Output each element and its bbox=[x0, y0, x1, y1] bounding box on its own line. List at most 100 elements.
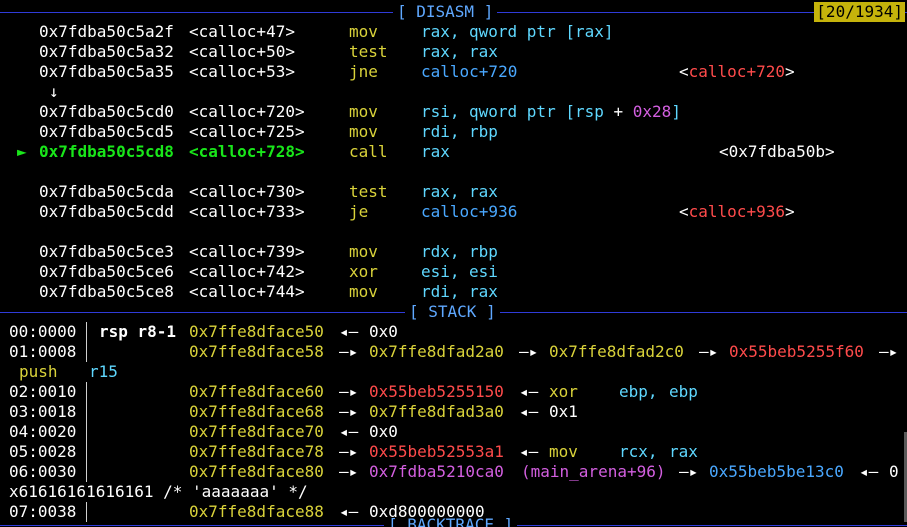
instr-symbol: <calloc+720> bbox=[189, 102, 305, 121]
instr-operand: rsi, bbox=[421, 102, 460, 121]
stack-pointer[interactable]: 0x7ffe8dfad2c0 bbox=[549, 342, 684, 362]
stack-address[interactable]: 0x7ffe8dface78 bbox=[189, 442, 324, 462]
instr-mnemonic: xor bbox=[349, 262, 378, 281]
disasm-row: 0x7fdba50c5a32 <calloc+50> test rax, rax bbox=[0, 42, 907, 62]
instr-symbol: <calloc+733> bbox=[189, 202, 305, 221]
stack-divider bbox=[86, 462, 87, 482]
backtrace-section: [ BACKTRACE ] bbox=[0, 517, 907, 527]
arrow-right-icon: —▸ bbox=[339, 402, 359, 421]
arrow-left-icon: ◂— bbox=[859, 462, 879, 481]
disasm-counter: [20/1934] bbox=[814, 2, 905, 22]
instr-address: 0x7fdba50c5ce8 bbox=[39, 282, 174, 301]
stack-instr-mnemonic: xor bbox=[549, 382, 578, 401]
arrow-left-icon: ◂— bbox=[519, 382, 539, 401]
stack-row: 01:0008 0x7ffe8dface58 —▸ 0x7ffe8dfad2a0 —▸ 0… bbox=[0, 342, 907, 362]
instr-address: 0x7fdba50c5ce3 bbox=[39, 242, 174, 261]
stack-pointer[interactable]: 0x55beb5be13c0 bbox=[709, 462, 844, 482]
arrow-right-icon: —▸ bbox=[519, 342, 539, 361]
instr-symbol: <calloc+47> bbox=[189, 22, 295, 41]
stack-instr-operand: ebp, bbox=[619, 382, 658, 401]
instr-operand: rdx, bbox=[421, 242, 460, 261]
instr-mnemonic: je bbox=[349, 202, 369, 221]
instr-address: 0x7fdba50c5cd0 bbox=[39, 102, 174, 121]
instr-operand: rax, bbox=[421, 42, 460, 61]
stack-pointer[interactable]: 0x55beb52553a1 bbox=[369, 442, 504, 462]
instr-mnemonic: call bbox=[349, 142, 388, 161]
instr-mnemonic: jne bbox=[349, 62, 378, 81]
stack-value: x61616161616161 /* 'aaaaaaa' */ bbox=[9, 482, 308, 501]
instr-symbol: <calloc+742> bbox=[189, 262, 305, 281]
jump-annotation: <calloc+720> bbox=[679, 62, 795, 81]
instr-operand: rax, bbox=[421, 22, 460, 41]
disasm-row: 0x7fdba50c5ce6 <calloc+742> xor esi, esi bbox=[0, 262, 907, 282]
instr-address: 0x7fdba50c5a35 bbox=[39, 62, 174, 81]
instr-mnemonic: mov bbox=[349, 122, 378, 141]
instr-operand: rax bbox=[469, 282, 498, 301]
instr-mnemonic: test bbox=[349, 42, 388, 61]
arrow-right-icon: —▸ bbox=[679, 462, 699, 481]
stack-pointer[interactable]: 0x7ffe8dfad2a0 bbox=[369, 342, 504, 362]
stack-divider bbox=[86, 422, 87, 442]
instr-address: 0x7fdba50c5cd8 bbox=[39, 142, 174, 161]
arrow-right-icon: —▸ bbox=[699, 342, 719, 361]
stack-row: 03:0018 0x7ffe8dface68 —▸ 0x7ffe8dfad3a0 ◂— 0… bbox=[0, 402, 907, 422]
stack-offset: 06:0030 bbox=[9, 462, 77, 481]
call-annotation: <0x7fdba50b> bbox=[719, 142, 835, 161]
jump-arrow-icon: ↓ bbox=[49, 82, 59, 101]
stack-offset: 03:0018 bbox=[9, 402, 77, 421]
disasm-row: 0x7fdba50c5cd0 <calloc+720> mov rsi, qword p… bbox=[0, 102, 907, 122]
jump-arrow-row: ↓ bbox=[0, 82, 907, 102]
arrow-right-icon: —▸ bbox=[879, 342, 899, 361]
disasm-row: 0x7fdba50c5a2f <calloc+47> mov rax, qword pt… bbox=[0, 22, 907, 42]
stack-value: 0x0 bbox=[369, 422, 398, 441]
instr-address: 0x7fdba50c5cd5 bbox=[39, 122, 174, 141]
stack-row: 06:0030 0x7ffe8dface80 —▸ 0x7fdba5210ca0 (ma… bbox=[0, 462, 907, 482]
stack-offset: 05:0028 bbox=[9, 442, 77, 461]
stack-address[interactable]: 0x7ffe8dface50 bbox=[189, 322, 324, 342]
stack-offset: 04:0020 bbox=[9, 422, 77, 441]
instr-operand: rbp bbox=[469, 242, 498, 261]
disasm-row-current: ► 0x7fdba50c5cd8 <calloc+728> call rax <0x7fd… bbox=[0, 142, 907, 162]
jump-target[interactable]: calloc+936 bbox=[421, 202, 517, 222]
stack-row: 00:0000 rsp r8-1 0x7ffe8dface50 ◂— 0x0 bbox=[0, 322, 907, 342]
stack-symbol: (main_arena+96) bbox=[521, 462, 666, 481]
current-instruction-marker-icon: ► bbox=[17, 142, 27, 161]
instr-operand: rdi, bbox=[421, 122, 460, 141]
stack-instr-operand: rcx, bbox=[619, 442, 658, 461]
stack-pointer[interactable]: 0x55beb5255150 bbox=[369, 382, 504, 402]
stack-divider bbox=[86, 342, 87, 362]
stack-address[interactable]: 0x7ffe8dface58 bbox=[189, 342, 324, 362]
instr-operand: qword ptr [rsp + 0x28] bbox=[469, 102, 681, 121]
arrow-left-icon: ◂— bbox=[519, 402, 539, 421]
instr-symbol: <calloc+730> bbox=[189, 182, 305, 201]
stack-row-wrap: x61616161616161 /* 'aaaaaaa' */ bbox=[0, 482, 907, 502]
stack-divider bbox=[86, 442, 87, 462]
stack-value: 0x1 bbox=[549, 402, 578, 421]
disasm-row: 0x7fdba50c5cdd <calloc+733> je calloc+936 <c… bbox=[0, 202, 907, 222]
stack-address[interactable]: 0x7ffe8dface70 bbox=[189, 422, 324, 442]
stack-row-wrap: push r15 bbox=[0, 362, 907, 382]
stack-address[interactable]: 0x7ffe8dface80 bbox=[189, 462, 324, 482]
stack-pointer[interactable]: 0x55beb5255f60 bbox=[729, 342, 864, 362]
stack-instr-operand: r15 bbox=[89, 362, 118, 381]
stack-address[interactable]: 0x7ffe8dface60 bbox=[189, 382, 324, 402]
stack-instr-mnemonic: push bbox=[19, 362, 58, 381]
disasm-row: 0x7fdba50c5ce3 <calloc+739> mov rdx, rbp bbox=[0, 242, 907, 262]
instr-operand: rbp bbox=[469, 122, 498, 141]
stack-pointer[interactable]: 0x7ffe8dfad3a0 bbox=[369, 402, 504, 422]
stack-divider bbox=[86, 322, 87, 342]
disasm-row: 0x7fdba50c5ce8 <calloc+744> mov rdi, rax bbox=[0, 282, 907, 302]
instr-mnemonic: mov bbox=[349, 102, 378, 121]
stack-offset: 02:0010 bbox=[9, 382, 77, 401]
disasm-row: 0x7fdba50c5cd5 <calloc+725> mov rdi, rbp bbox=[0, 122, 907, 142]
instr-address: 0x7fdba50c5a2f bbox=[39, 22, 174, 41]
stack-row: 04:0020 0x7ffe8dface70 ◂— 0x0 bbox=[0, 422, 907, 442]
stack-address[interactable]: 0x7ffe8dface68 bbox=[189, 402, 324, 422]
stack-pointer[interactable]: 0x7fdba5210ca0 bbox=[369, 462, 504, 482]
jump-target[interactable]: calloc+720 bbox=[421, 62, 517, 82]
stack-value: 0 bbox=[889, 462, 899, 481]
stack-divider bbox=[86, 402, 87, 422]
instr-symbol: <calloc+53> bbox=[189, 62, 295, 81]
arrow-left-icon: ◂— bbox=[519, 442, 539, 461]
arrow-right-icon: —▸ bbox=[339, 442, 359, 461]
